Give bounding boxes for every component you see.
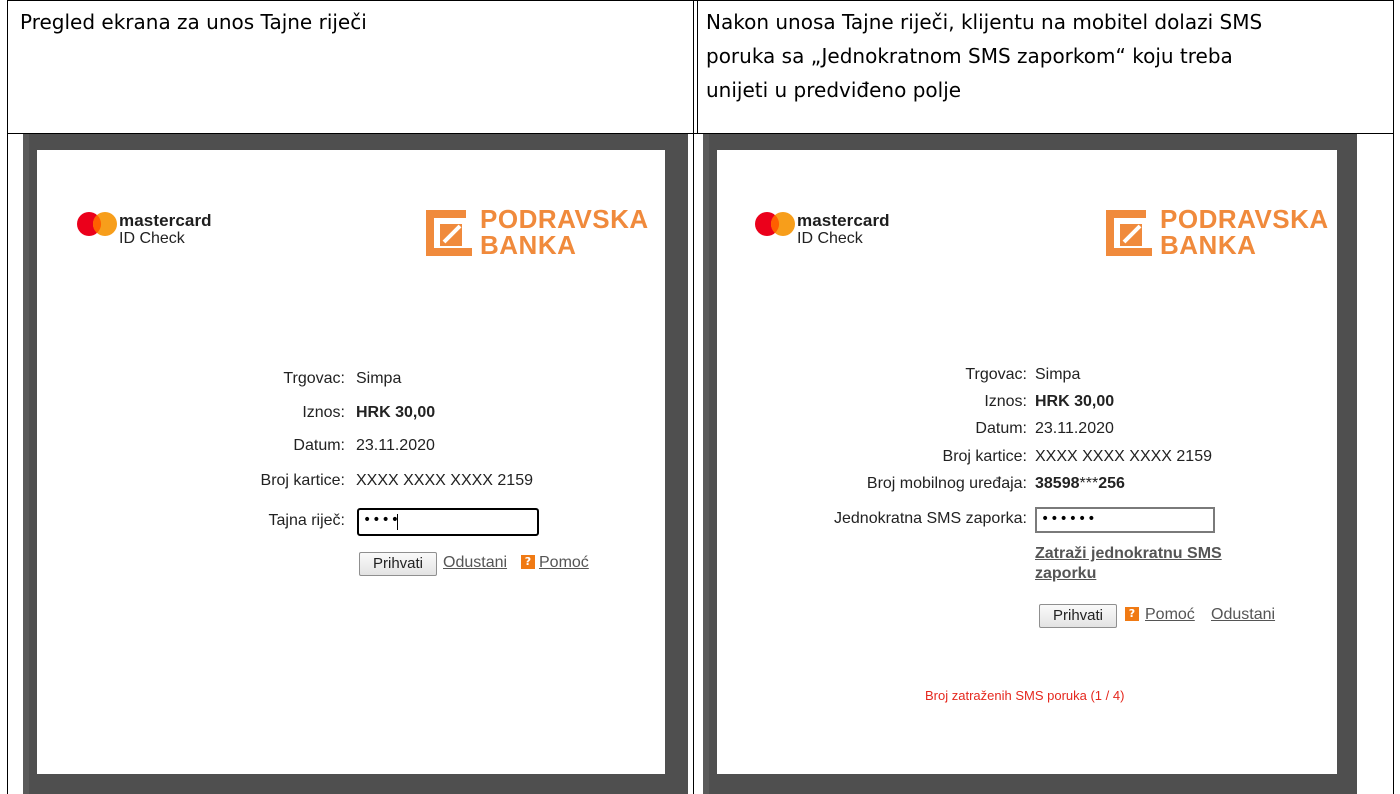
table-right-border: [1393, 0, 1394, 794]
table-middle-border-2: [697, 0, 698, 133]
amount-row: Iznos: HRK 30,00: [37, 404, 665, 424]
bank-name-line1: PODRAVSKA: [1160, 204, 1329, 234]
help-link[interactable]: Pomoć: [1145, 606, 1195, 624]
backdrop-strip: [23, 134, 29, 794]
mastercard-wordmark: mastercard ID Check: [119, 212, 212, 248]
left-auth-dialog: mastercard ID Check PODRAVSKA BANKA Trgo…: [37, 150, 665, 774]
date-label: Datum:: [293, 437, 345, 454]
date-value: 23.11.2020: [356, 437, 435, 454]
mastercard-id-check: ID Check: [119, 230, 185, 247]
amount-row: Iznos: HRK 30,00: [717, 393, 1337, 413]
right-screenshot-frame: mastercard ID Check PODRAVSKA BANKA Trgo…: [703, 134, 1357, 794]
secret-word-input[interactable]: ••••: [357, 508, 539, 536]
mastercard-name: mastercard: [797, 211, 890, 230]
accept-button[interactable]: Prihvati: [1039, 604, 1117, 628]
text-caret: [397, 514, 398, 530]
otp-input[interactable]: ••••••: [1035, 507, 1215, 533]
mastercard-id-check: ID Check: [797, 230, 863, 247]
date-value: 23.11.2020: [1035, 420, 1114, 437]
header-left-text: Pregled ekrana za unos Tajne riječi: [20, 10, 367, 34]
mastercard-logo-icon: [755, 212, 795, 236]
card-row: Broj kartice: XXXX XXXX XXXX 2159: [717, 448, 1337, 468]
bank-logo-icon: [1106, 210, 1152, 256]
date-label: Datum:: [975, 420, 1027, 437]
request-otp-link-line1: Zatraži jednokratnu SMS: [1035, 545, 1222, 562]
otp-label: Jednokratna SMS zaporka:: [834, 510, 1027, 527]
merchant-label: Trgovac:: [283, 370, 345, 387]
date-row: Datum: 23.11.2020: [717, 420, 1337, 440]
secret-word-masked: ••••: [363, 512, 401, 528]
help-icon[interactable]: ?: [1125, 607, 1139, 621]
bank-name-line2: BANKA: [480, 230, 577, 260]
request-otp-link-line2: zaporku: [1035, 565, 1097, 582]
mobile-value: 38598***256: [1035, 475, 1125, 493]
mobile-row: Broj mobilnog uređaja: 38598***256: [717, 475, 1337, 495]
card-value: XXXX XXXX XXXX 2159: [356, 472, 533, 489]
header-right-line-3: unijeti u predviđeno polje: [706, 78, 962, 102]
mobile-prefix: 38598: [1035, 475, 1080, 492]
mobile-suffix: 256: [1098, 475, 1125, 492]
mobile-mask: ***: [1079, 475, 1099, 492]
bank-name-line2: BANKA: [1160, 230, 1257, 260]
bank-name-line1: PODRAVSKA: [480, 204, 649, 234]
help-icon[interactable]: ?: [521, 555, 535, 569]
podravska-banka-logo: PODRAVSKA BANKA: [1106, 204, 1329, 260]
card-row: Broj kartice: XXXX XXXX XXXX 2159: [37, 472, 665, 492]
header-right-line-1: Nakon unosa Tajne riječi, klijentu na mo…: [706, 10, 1263, 34]
date-row: Datum: 23.11.2020: [37, 437, 665, 457]
bank-logo-icon: [426, 210, 472, 256]
amount-value: HRK 30,00: [356, 404, 436, 421]
request-otp-link[interactable]: Zatraži jednokratnu SMS zaporku: [1035, 544, 1275, 584]
secret-label: Tajna riječ:: [268, 512, 345, 529]
card-label: Broj kartice:: [260, 472, 345, 489]
table-middle-border: [693, 0, 694, 794]
otp-row: Jednokratna SMS zaporka:: [717, 510, 1337, 530]
left-screenshot-frame: mastercard ID Check PODRAVSKA BANKA Trgo…: [23, 134, 688, 794]
merchant-value: Simpa: [1035, 366, 1081, 383]
sms-request-counter: Broj zatraženih SMS poruka (1 / 4): [925, 688, 1125, 703]
backdrop-strip: [703, 134, 709, 794]
amount-value: HRK 30,00: [1035, 393, 1115, 410]
amount-label: Iznos:: [302, 404, 345, 421]
cancel-link[interactable]: Odustani: [1211, 606, 1275, 624]
mobile-label: Broj mobilnog uređaja:: [866, 475, 1027, 492]
merchant-label: Trgovac:: [965, 366, 1027, 383]
card-label: Broj kartice:: [942, 448, 1027, 465]
header-right-line-2: poruka sa „Jednokratnom SMS zaporkom“ ko…: [706, 44, 1233, 68]
mastercard-name: mastercard: [119, 211, 212, 230]
table-left-border: [7, 0, 8, 794]
podravska-banka-logo: PODRAVSKA BANKA: [426, 204, 649, 260]
card-value: XXXX XXXX XXXX 2159: [1035, 448, 1212, 465]
mastercard-wordmark: mastercard ID Check: [797, 212, 890, 248]
merchant-row: Trgovac: Simpa: [37, 370, 665, 390]
merchant-value: Simpa: [356, 370, 402, 387]
otp-masked: ••••••: [1041, 511, 1097, 527]
help-link[interactable]: Pomoć: [539, 554, 589, 572]
merchant-row: Trgovac: Simpa: [717, 366, 1337, 386]
right-auth-dialog: mastercard ID Check PODRAVSKA BANKA Trgo…: [717, 150, 1337, 774]
mastercard-logo-icon: [77, 212, 117, 236]
cancel-link[interactable]: Odustani: [443, 554, 507, 572]
secret-row: Tajna riječ:: [37, 512, 665, 532]
accept-button[interactable]: Prihvati: [359, 552, 437, 576]
amount-label: Iznos:: [984, 393, 1027, 410]
table-top-border: [7, 0, 1394, 1]
